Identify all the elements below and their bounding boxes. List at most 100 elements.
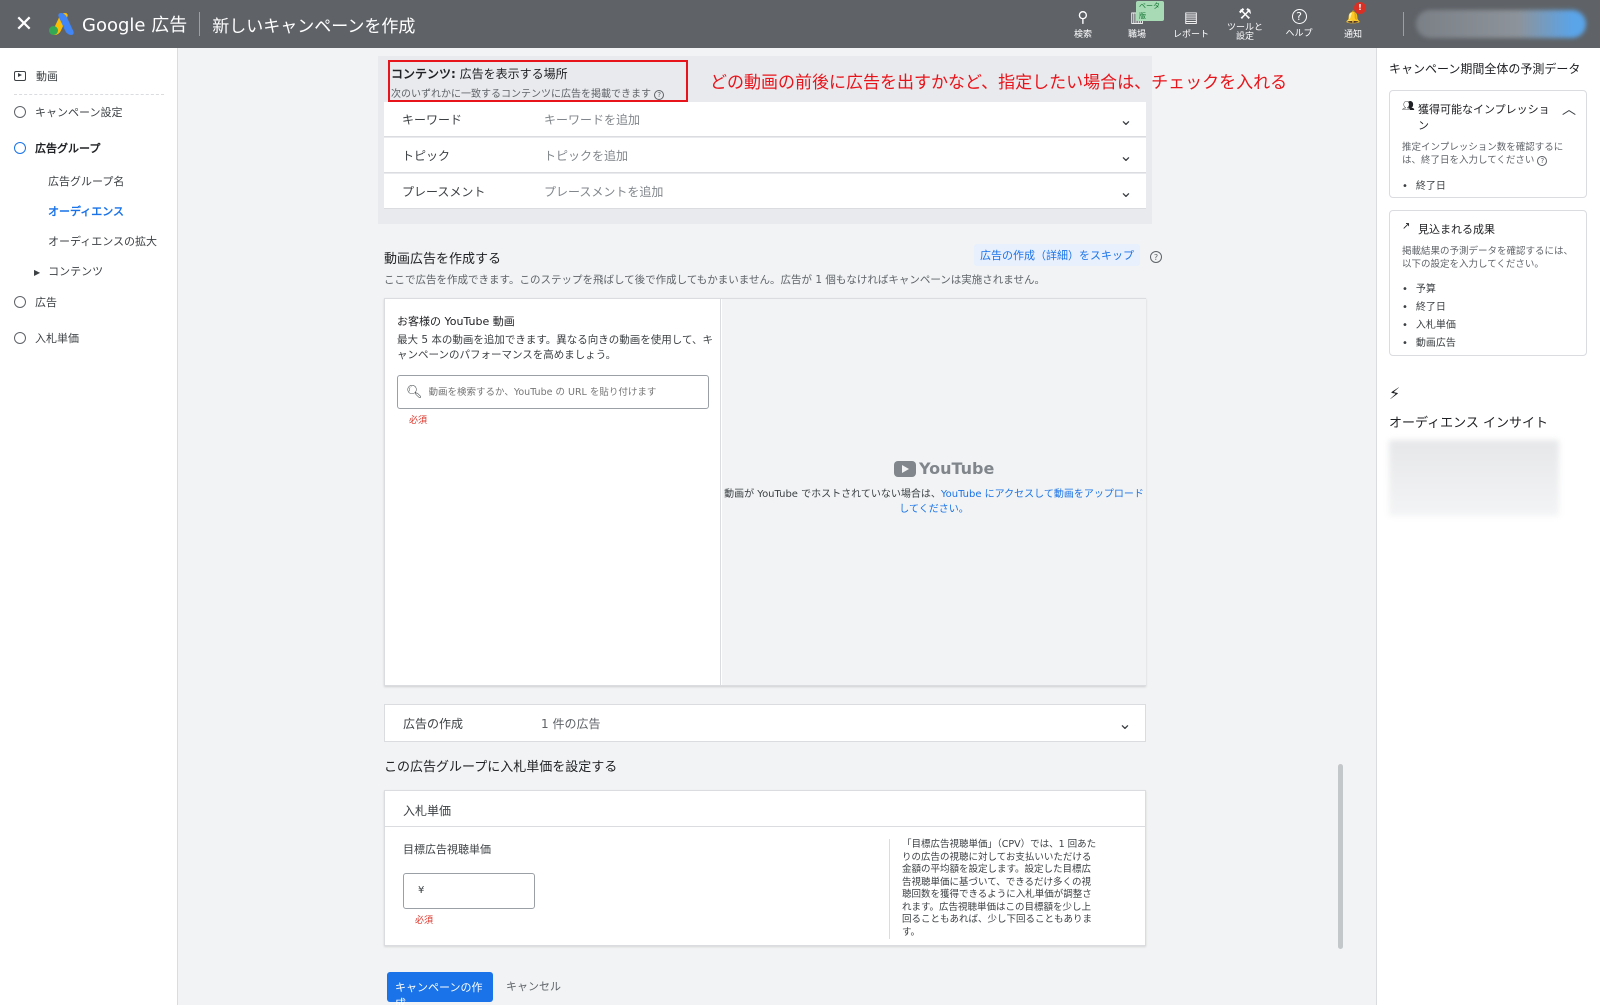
content-section-header: コンテンツ: 広告を表示する場所 次のいずれかに一致するコンテンツに広告を掲載で… [388, 60, 688, 102]
content-row-keyword[interactable]: キーワード キーワードを追加 ⌄ [384, 102, 1146, 137]
nav-item-label: 広告 [35, 296, 57, 309]
top-bar: ✕ Google 広告 新しいキャンペーンを作成 ⚲ 検索 ベータ版 ▥ 職場 … [0, 0, 1600, 48]
audience-insights-content [1389, 440, 1559, 516]
required-label: 必須 [409, 416, 428, 426]
nav-item-ads[interactable]: 広告 [14, 294, 57, 310]
video-icon [14, 71, 26, 81]
chevron-down-icon[interactable]: ⌄ [1105, 714, 1145, 733]
skip-ad-creation-link[interactable]: 広告の作成（詳細）をスキップ [974, 244, 1140, 266]
chevron-down-icon[interactable]: ⌄ [1106, 182, 1146, 201]
youtube-play-icon [894, 460, 916, 477]
report-label: レポート [1172, 29, 1209, 40]
divider [1403, 12, 1404, 36]
forecast-panel: キャンペーン期間全体の予測データ 👥︎ 獲得可能なインプレッション ︿ 推定イン… [1376, 48, 1600, 1005]
nav-item-ad-group[interactable]: 広告グループ [14, 140, 100, 156]
video-ad-description: ここで広告を作成できます。このステップを飛ばして後で作成してもかまいません。広告… [384, 274, 1045, 286]
insights-icon: ⚡︎ [1389, 384, 1401, 403]
people-icon: 👥︎ [1402, 101, 1415, 112]
report-icon: ▤ [1183, 7, 1199, 26]
your-videos-heading: お客様の YouTube 動画 [397, 315, 515, 328]
caret-right-icon: ▶ [34, 268, 41, 277]
bid-card-header: 入札単価 [385, 791, 1145, 827]
help-button[interactable]: ? ヘルプ [1272, 0, 1326, 48]
beta-badge: ベータ版 [1136, 1, 1164, 21]
row-key: プレースメント [402, 184, 486, 199]
search-button[interactable]: ⚲ 検索 [1056, 0, 1110, 48]
chevron-down-icon[interactable]: ⌄ [1106, 110, 1146, 129]
row-key: キーワード [402, 112, 463, 127]
row-placeholder: キーワードを追加 [544, 112, 641, 127]
nav-item-label: 動画 [36, 70, 58, 83]
video-search-field[interactable]: 🔍︎ [397, 375, 709, 409]
google-ads-logo-icon [48, 13, 76, 35]
nav-sub-content[interactable]: ▶ コンテンツ [34, 263, 103, 279]
list-item: 入札単価 [1402, 317, 1574, 335]
close-icon[interactable]: ✕ [0, 12, 48, 37]
content-row-topic[interactable]: トピック トピックを追加 ⌄ [384, 138, 1146, 173]
results-list: 予算 終了日 入札単価 動画広告 [1402, 281, 1574, 353]
notifications-button[interactable]: ! 🔔 通知 [1326, 0, 1380, 48]
results-desc: 掲載結果の予測データを確認するには、以下の設定を入力してください。 [1402, 246, 1574, 270]
help-icon[interactable]: ? [1537, 156, 1548, 166]
nav-item-video[interactable]: 動画 [14, 68, 58, 84]
account-switcher[interactable] [1416, 10, 1586, 38]
step-circle-icon [14, 142, 26, 154]
video-picker-card: お客様の YouTube 動画 最大 5 本の動画を追加できます。異なる向きの動… [384, 298, 1146, 686]
search-icon: 🔍︎ [406, 384, 423, 400]
annotation-text: どの動画の前後に広告を出すかなど、指定したい場合は、チェックを入れる [710, 73, 1288, 93]
impressions-header[interactable]: 👥︎ 獲得可能なインプレッション [1402, 101, 1574, 133]
list-item: 動画広告 [1402, 335, 1574, 353]
list-item: 終了日 [1402, 178, 1574, 196]
ad-creation-row[interactable]: 広告の作成 1 件の広告 ⌄ [384, 704, 1146, 742]
row-key: トピック [402, 148, 451, 163]
content-subtitle: 次のいずれかに一致するコンテンツに広告を掲載できます ? [391, 85, 686, 100]
nav-item-bidding[interactable]: 入札単価 [14, 330, 79, 346]
nav-item-label: 入札単価 [35, 332, 79, 345]
step-circle-icon [14, 106, 26, 118]
results-header: ↗ 見込まれる成果 [1402, 221, 1495, 236]
report-button[interactable]: ▤ レポート [1164, 0, 1218, 48]
video-ad-section-title: 動画広告を作成する [384, 252, 502, 267]
help-icon[interactable]: ? [1150, 251, 1162, 263]
nav-sub-audience[interactable]: オーディエンス [48, 203, 124, 219]
brand-name: Google 広告 [82, 15, 188, 36]
video-search-input[interactable] [428, 386, 699, 398]
content-title: コンテンツ: 広告を表示する場所 [391, 67, 568, 81]
search-label: 検索 [1073, 29, 1092, 40]
page-title: 新しいキャンペーンを作成 [212, 16, 416, 37]
forecast-title: キャンペーン期間全体の予測データ [1389, 62, 1581, 76]
upload-message: 動画が YouTube でホストされていない場合は、YouTube にアクセスし… [724, 489, 1144, 515]
list-item: 予算 [1402, 281, 1574, 299]
target-cpv-input[interactable]: ¥ [403, 873, 535, 909]
step-circle-icon [14, 296, 26, 308]
tools-button[interactable]: ⚒ ツールと 設定 [1218, 0, 1272, 48]
divider [199, 12, 201, 36]
row-key: 広告の作成 [403, 716, 464, 731]
scrollbar[interactable] [1338, 764, 1343, 949]
impressions-list: 終了日 [1402, 178, 1574, 196]
nav-sub-ad-group-name[interactable]: 広告グループ名 [48, 173, 124, 189]
cancel-button[interactable]: キャンセル [506, 978, 561, 994]
search-icon: ⚲ [1077, 7, 1089, 26]
row-placeholder: プレースメントを追加 [544, 184, 664, 199]
nav-sub-audience-expansion[interactable]: オーディエンスの拡大 [48, 233, 157, 249]
nav-item-campaign-settings[interactable]: キャンペーン設定 [14, 104, 122, 120]
video-preview-panel: YouTube 動画が YouTube でホストされていない場合は、YouTub… [722, 299, 1146, 685]
create-campaign-button[interactable]: キャンペーンの作成 [387, 972, 493, 1005]
nav-item-label: キャンペーン設定 [35, 106, 123, 119]
workspace-button[interactable]: ベータ版 ▥ 職場 [1110, 0, 1164, 48]
results-card: ↗ 見込まれる成果 掲載結果の予測データを確認するには、以下の設定を入力してくだ… [1389, 210, 1587, 356]
divider [14, 94, 164, 95]
help-icon: ? [1291, 9, 1307, 24]
bid-help-text: 「目標広告視聴単価」（CPV）では、1 回あたりの広告の視聴に対してお支払いいた… [889, 839, 1099, 939]
help-icon[interactable]: ? [654, 90, 665, 100]
chevron-up-icon[interactable]: ︿ [1562, 99, 1576, 119]
notification-badge: ! [1354, 2, 1366, 14]
impressions-card: 👥︎ 獲得可能なインプレッション ︿ 推定インプレッション数を確認するには、終了… [1389, 90, 1587, 198]
top-toolbar: ⚲ 検索 ベータ版 ▥ 職場 ▤ レポート ⚒ ツールと 設定 ? ヘルプ ! … [1056, 0, 1380, 48]
audience-insights-title: オーディエンス インサイト [1389, 416, 1548, 431]
left-nav: 動画 キャンペーン設定 広告グループ 広告グループ名 オーディエンス オーディエ… [0, 48, 178, 1005]
chevron-down-icon[interactable]: ⌄ [1106, 146, 1146, 165]
content-row-placement[interactable]: プレースメント プレースメントを追加 ⌄ [384, 174, 1146, 209]
step-circle-icon [14, 332, 26, 344]
